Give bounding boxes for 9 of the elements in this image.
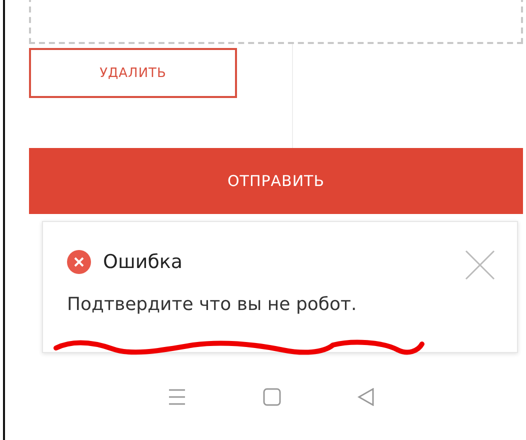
delete-button[interactable]: УДАЛИТЬ bbox=[29, 48, 237, 98]
error-icon bbox=[67, 250, 91, 274]
close-icon[interactable] bbox=[465, 250, 495, 280]
back-icon[interactable] bbox=[357, 388, 375, 406]
send-button[interactable]: ОТПРАВИТЬ bbox=[29, 148, 523, 214]
toast-title: Ошибка bbox=[103, 251, 183, 273]
menu-icon[interactable] bbox=[167, 388, 187, 406]
toast-message: Подтвердите что вы не робот. bbox=[67, 294, 358, 315]
home-icon[interactable] bbox=[263, 388, 281, 406]
